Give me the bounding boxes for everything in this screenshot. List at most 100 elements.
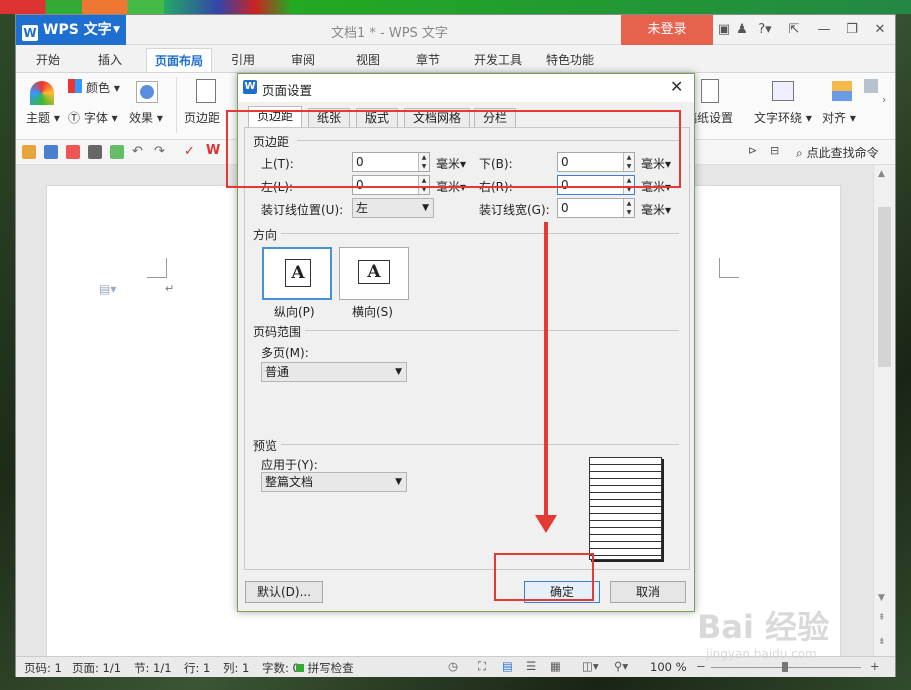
zoom-in-icon[interactable]: + xyxy=(870,659,880,673)
arrow-down-icon xyxy=(535,515,557,533)
landscape-page-icon: A xyxy=(358,260,390,284)
portrait-option[interactable]: A xyxy=(262,247,332,300)
colors-button[interactable]: 颜色 ▾ xyxy=(86,79,120,96)
outline-view-icon[interactable]: ☰ xyxy=(526,659,536,673)
print-icon[interactable] xyxy=(88,145,102,159)
default-button[interactable]: 默认(D)... xyxy=(245,581,323,603)
tab-view[interactable]: 视图 xyxy=(356,51,380,68)
vertical-scrollbar[interactable]: ▲ ▼ ⇞ ⇟ xyxy=(873,165,895,657)
section-divider xyxy=(281,233,679,234)
spell-check-toggle[interactable]: 拼写检查 xyxy=(296,660,354,676)
rotate-icon[interactable] xyxy=(864,79,878,93)
ribbon-scroll-right-icon[interactable]: › xyxy=(882,93,886,106)
font-button[interactable]: Ⓣ 字体 ▾ xyxy=(68,109,118,126)
status-section: 节: 1/1 xyxy=(134,661,172,675)
margins-button[interactable]: 页边距 xyxy=(184,109,220,126)
zoom-level[interactable]: 100 % xyxy=(650,660,687,674)
shirt-icon[interactable]: ♟ xyxy=(734,22,750,38)
highlight-ok-box xyxy=(494,553,594,601)
next-page-icon[interactable]: ⇟ xyxy=(878,637,886,647)
arrow-shaft xyxy=(544,222,548,520)
paragraph-handle-icon[interactable]: ▤▾ xyxy=(99,282,116,296)
login-button[interactable]: 未登录 xyxy=(621,15,713,45)
gutter-width-input[interactable]: 0 ▲ ▼ xyxy=(557,198,635,218)
apply-to-select[interactable]: 整篇文档 ▼ xyxy=(261,472,407,492)
cancel-button[interactable]: 取消 xyxy=(610,581,686,603)
align-icon[interactable] xyxy=(832,81,852,101)
tab-insert[interactable]: 插入 xyxy=(98,51,122,68)
text-wrap-button[interactable]: 文字环绕 ▾ xyxy=(754,109,812,126)
skin-icon[interactable]: ▣ xyxy=(716,22,732,38)
margin-corner-top-left xyxy=(147,258,167,278)
spin-arrows-icon[interactable]: ▲ ▼ xyxy=(623,199,634,217)
gutter-width-label: 装订线宽(G): xyxy=(479,203,550,217)
colors-icon xyxy=(68,79,82,93)
page-preview xyxy=(589,457,662,560)
theme-icon[interactable] xyxy=(30,81,54,105)
print-preview-icon[interactable] xyxy=(110,145,124,159)
open-folder-icon[interactable] xyxy=(22,145,36,159)
format-painter-icon[interactable]: ✓ xyxy=(184,144,195,159)
ribbon-tabs: 开始 插入 页面布局 引用 审阅 视图 章节 开发工具 特色功能 xyxy=(16,45,895,73)
history-icon[interactable]: ◷ xyxy=(448,659,458,673)
portrait-label: 纵向(P) xyxy=(274,305,315,319)
title-bar: W WPS 文字 ▼ 文档1 * - WPS 文字 未登录 ▣ ♟ ?▾ ⇱ — ❐… xyxy=(16,15,895,45)
spell-check-on-icon xyxy=(296,664,304,672)
effects-button[interactable]: 效果 ▾ xyxy=(129,109,163,126)
scroll-down-icon[interactable]: ▼ xyxy=(878,593,885,603)
effects-icon[interactable] xyxy=(136,81,158,103)
zoom-out-icon[interactable]: − xyxy=(696,659,706,673)
zoom-slider-thumb[interactable] xyxy=(782,662,788,672)
status-words: 字数: 0 xyxy=(262,661,300,675)
eye-protect-icon[interactable]: ⚲▾ xyxy=(614,659,628,673)
gutter-position-select[interactable]: 左 ▼ xyxy=(352,198,434,218)
maximize-icon[interactable]: ❐ xyxy=(844,22,860,38)
close-icon[interactable]: ✕ xyxy=(670,77,683,96)
tab-references[interactable]: 引用 xyxy=(231,51,255,68)
redo-icon[interactable]: ↷ xyxy=(154,144,165,159)
save-icon[interactable] xyxy=(44,145,58,159)
scrollbar-thumb[interactable] xyxy=(878,207,891,367)
wps-logo-icon: W xyxy=(243,80,257,94)
gutter-width-unit[interactable]: 毫米▾ xyxy=(641,201,671,218)
tab-page-layout[interactable]: 页面布局 xyxy=(146,48,213,72)
app-menu-button[interactable]: W WPS 文字 ▼ xyxy=(16,15,126,45)
paper-setup-icon[interactable] xyxy=(701,79,719,103)
chevron-down-icon: ▼ xyxy=(395,367,402,377)
scroll-up-icon[interactable]: ▲ xyxy=(878,169,885,179)
multi-pages-select[interactable]: 普通 ▼ xyxy=(261,362,407,382)
fullscreen-icon[interactable]: ⛶ xyxy=(478,659,486,674)
wps-w-icon[interactable]: W xyxy=(206,143,220,158)
text-wrap-icon[interactable] xyxy=(772,81,794,101)
share-icon[interactable]: ⊳ xyxy=(748,144,757,157)
tab-developer[interactable]: 开发工具 xyxy=(474,51,522,68)
apply-to-label: 应用于(Y): xyxy=(261,458,318,472)
preview-section-title: 预览 xyxy=(253,439,278,453)
status-pages: 页面: 1/1 xyxy=(72,661,122,675)
theme-button[interactable]: 主题 ▾ xyxy=(26,109,60,126)
divider xyxy=(176,77,177,133)
dialog-title: 页面设置 xyxy=(262,83,313,98)
margins-icon[interactable] xyxy=(196,79,216,103)
prev-page-icon[interactable]: ⇞ xyxy=(878,613,886,623)
minimize-icon[interactable]: — xyxy=(816,22,832,38)
landscape-option[interactable]: A xyxy=(339,247,409,300)
align-button[interactable]: 对齐 ▾ xyxy=(822,109,856,126)
baidu-watermark-url: jingyan.baidu.com xyxy=(706,647,817,661)
help-icon[interactable]: ?▾ xyxy=(754,22,776,38)
export-pdf-icon[interactable] xyxy=(66,145,80,159)
tab-review[interactable]: 审阅 xyxy=(291,51,315,68)
page-view-icon[interactable]: ▤ xyxy=(502,659,513,673)
comment-icon[interactable]: ⊟ xyxy=(770,144,779,157)
highlight-margins-box xyxy=(226,110,681,188)
web-view-icon[interactable]: ▦ xyxy=(550,659,561,673)
restore-ribbon-icon[interactable]: ⇱ xyxy=(786,22,802,38)
tab-special[interactable]: 特色功能 xyxy=(546,51,594,68)
tab-sections[interactable]: 章节 xyxy=(416,51,440,68)
command-search[interactable]: ⌕ 点此查找命令 xyxy=(796,144,879,161)
orientation-section-title: 方向 xyxy=(253,228,278,242)
tab-home[interactable]: 开始 xyxy=(36,51,60,68)
undo-icon[interactable]: ↶ xyxy=(132,144,143,159)
close-icon[interactable]: ✕ xyxy=(872,22,888,38)
reading-mode-icon[interactable]: ◫▾ xyxy=(582,659,599,673)
